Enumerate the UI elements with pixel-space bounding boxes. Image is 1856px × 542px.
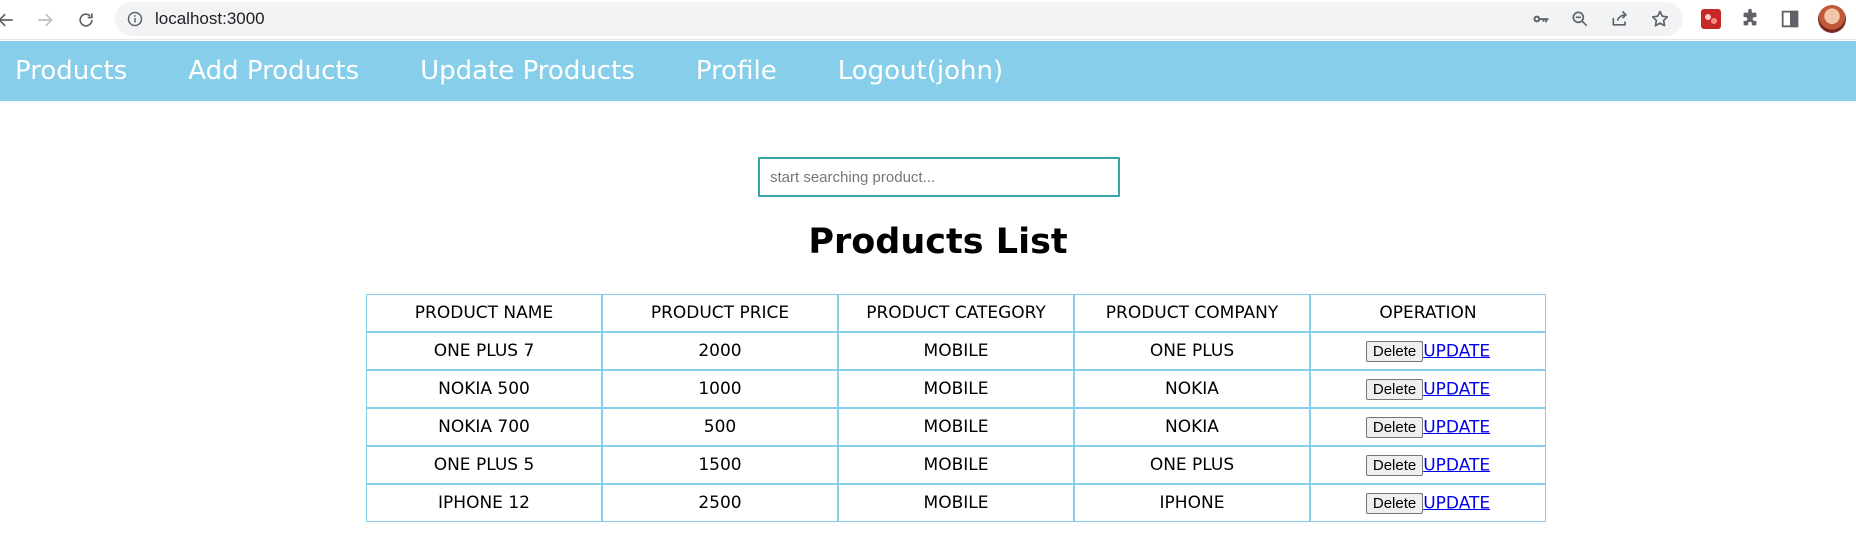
product-company-cell: NOKIA <box>1074 408 1310 446</box>
update-link[interactable]: UPDATE <box>1423 455 1490 475</box>
product-category-cell: MOBILE <box>838 484 1074 522</box>
delete-button[interactable]: Delete <box>1365 416 1424 438</box>
nav-link-logout[interactable]: Logout(john) <box>838 56 1003 86</box>
url-text: localhost:3000 <box>155 9 265 28</box>
back-arrow-icon[interactable] <box>0 6 20 34</box>
reload-icon[interactable] <box>72 6 100 34</box>
product-category-cell: MOBILE <box>838 332 1074 370</box>
forward-arrow-icon[interactable] <box>31 6 59 34</box>
table-row: ONE PLUS 7 2000 MOBILE ONE PLUS Delete UP… <box>366 332 1546 370</box>
extension-red-icon[interactable] <box>1699 7 1723 31</box>
product-price-cell: 2000 <box>602 332 838 370</box>
profile-avatar[interactable] <box>1818 5 1846 33</box>
share-icon[interactable] <box>1609 8 1631 30</box>
operation-cell: Delete UPDATE <box>1310 332 1546 370</box>
product-company-cell: IPHONE <box>1074 484 1310 522</box>
product-company-cell: ONE PLUS <box>1074 332 1310 370</box>
product-price-cell: 500 <box>602 408 838 446</box>
update-link[interactable]: UPDATE <box>1423 493 1490 513</box>
delete-button[interactable]: Delete <box>1365 340 1424 362</box>
column-header: PRODUCT NAME <box>366 294 602 332</box>
product-company-cell: ONE PLUS <box>1074 446 1310 484</box>
nav-link-profile[interactable]: Profile <box>696 56 777 86</box>
delete-button[interactable]: Delete <box>1365 378 1424 400</box>
search-input[interactable] <box>758 157 1120 197</box>
column-header: PRODUCT COMPANY <box>1074 294 1310 332</box>
browser-toolbar: localhost:3000 <box>0 0 1856 40</box>
nav-link-update-products[interactable]: Update Products <box>420 56 635 86</box>
product-price-cell: 2500 <box>602 484 838 522</box>
column-header: OPERATION <box>1310 294 1546 332</box>
address-bar[interactable]: localhost:3000 <box>115 2 1683 36</box>
puzzle-icon[interactable] <box>1738 7 1762 31</box>
delete-button[interactable]: Delete <box>1365 454 1424 476</box>
product-price-cell: 1000 <box>602 370 838 408</box>
product-name-cell: NOKIA 700 <box>366 408 602 446</box>
product-category-cell: MOBILE <box>838 446 1074 484</box>
zoom-out-icon[interactable] <box>1569 8 1591 30</box>
product-price-cell: 1500 <box>602 446 838 484</box>
star-icon[interactable] <box>1649 8 1671 30</box>
product-company-cell: NOKIA <box>1074 370 1310 408</box>
update-link[interactable]: UPDATE <box>1423 341 1490 361</box>
product-name-cell: ONE PLUS 7 <box>366 332 602 370</box>
table-row: NOKIA 500 1000 MOBILE NOKIA Delete UPDATE <box>366 370 1546 408</box>
page-title: Products List <box>808 222 1068 262</box>
operation-cell: Delete UPDATE <box>1310 408 1546 446</box>
delete-button[interactable]: Delete <box>1365 492 1424 514</box>
side-panel-icon[interactable] <box>1778 7 1802 31</box>
update-link[interactable]: UPDATE <box>1423 417 1490 437</box>
key-icon[interactable] <box>1530 8 1552 30</box>
operation-cell: Delete UPDATE <box>1310 370 1546 408</box>
column-header: PRODUCT CATEGORY <box>838 294 1074 332</box>
table-row: IPHONE 12 2500 MOBILE IPHONE Delete UPDAT… <box>366 484 1546 522</box>
nav-link-add-products[interactable]: Add Products <box>188 56 359 86</box>
product-name-cell: IPHONE 12 <box>366 484 602 522</box>
column-header: PRODUCT PRICE <box>602 294 838 332</box>
products-table: PRODUCT NAME PRODUCT PRICE PRODUCT CATEG… <box>366 294 1546 522</box>
operation-cell: Delete UPDATE <box>1310 446 1546 484</box>
product-category-cell: MOBILE <box>838 408 1074 446</box>
product-name-cell: NOKIA 500 <box>366 370 602 408</box>
product-name-cell: ONE PLUS 5 <box>366 446 602 484</box>
table-row: ONE PLUS 5 1500 MOBILE ONE PLUS Delete UP… <box>366 446 1546 484</box>
info-icon[interactable] <box>127 11 143 27</box>
nav-link-products[interactable]: Products <box>15 56 127 86</box>
main-nav: Products Add Products Update Products Pr… <box>0 41 1856 101</box>
product-category-cell: MOBILE <box>838 370 1074 408</box>
operation-cell: Delete UPDATE <box>1310 484 1546 522</box>
table-row: NOKIA 700 500 MOBILE NOKIA Delete UPDATE <box>366 408 1546 446</box>
table-header-row: PRODUCT NAME PRODUCT PRICE PRODUCT CATEG… <box>366 294 1546 332</box>
update-link[interactable]: UPDATE <box>1423 379 1490 399</box>
